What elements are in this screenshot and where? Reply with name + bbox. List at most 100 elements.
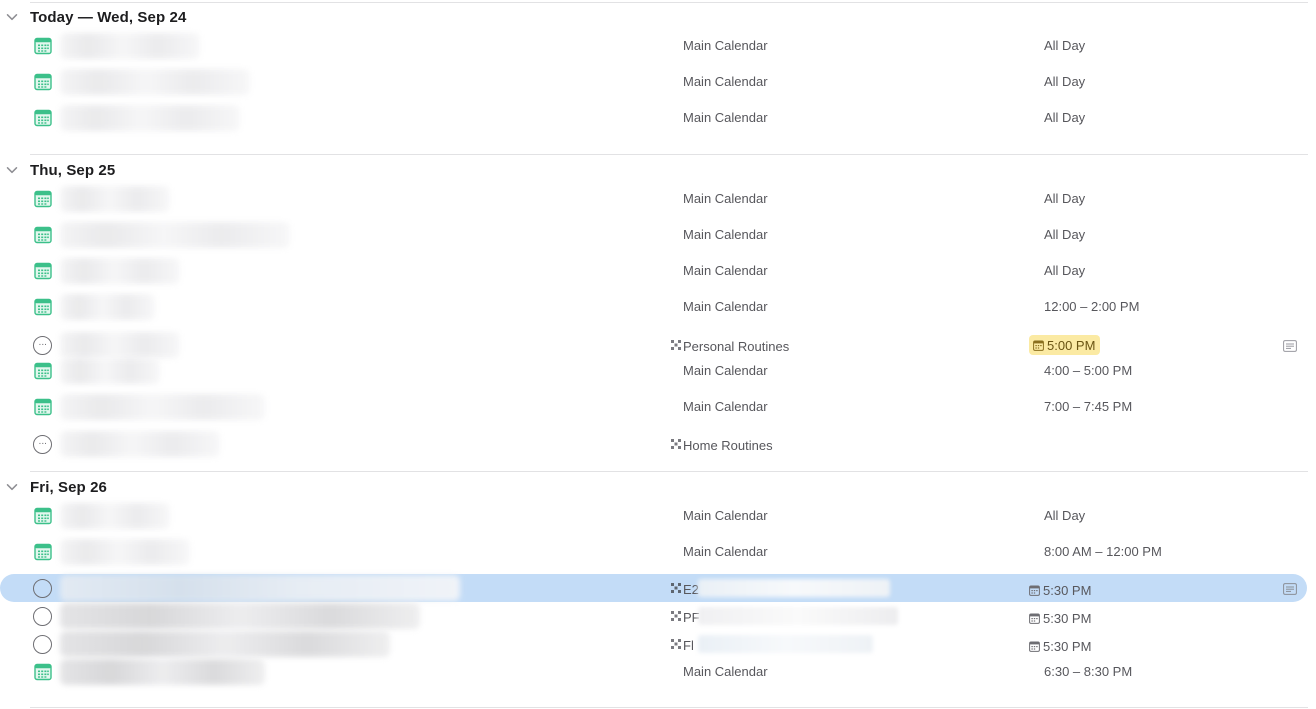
note-icon[interactable]	[1283, 340, 1297, 352]
event-title-redacted	[60, 258, 180, 284]
event-time: All Day	[1044, 38, 1086, 53]
divider	[30, 2, 1308, 3]
event-title-redacted	[60, 186, 170, 212]
task-checkbox-icon[interactable]	[33, 635, 52, 654]
task-checkbox-icon[interactable]	[33, 435, 52, 454]
calendar-name: Main Calendar	[683, 299, 768, 314]
routine-icon	[671, 340, 681, 350]
list-name-redacted	[698, 635, 873, 653]
list-item[interactable]: Main Calendar All Day	[0, 257, 1316, 285]
due-time-badge[interactable]: 5:30 PM	[1029, 636, 1091, 656]
list-item[interactable]: Home Routines	[0, 430, 1316, 458]
calendar-icon	[34, 73, 52, 91]
list-item[interactable]: Main Calendar 7:00 – 7:45 PM	[0, 393, 1316, 421]
event-time: 12:00 – 2:00 PM	[1044, 299, 1140, 314]
task-title-redacted	[60, 575, 460, 601]
event-time: 6:30 – 8:30 PM	[1044, 664, 1133, 679]
task-checkbox-icon[interactable]	[33, 336, 52, 355]
list-item[interactable]: Main Calendar All Day	[0, 104, 1316, 132]
event-time: All Day	[1044, 74, 1086, 89]
event-title-redacted	[60, 539, 190, 565]
section-header-today[interactable]: Today — Wed, Sep 24	[0, 5, 186, 29]
list-name: Fl	[683, 638, 694, 653]
event-title-redacted	[60, 358, 160, 384]
event-title-redacted	[60, 222, 290, 248]
list-name: E2	[683, 582, 699, 597]
event-title-redacted	[60, 294, 155, 320]
calendar-icon	[34, 507, 52, 525]
due-time: 5:30 PM	[1043, 582, 1092, 598]
divider	[30, 707, 1308, 708]
list-name-redacted	[698, 607, 898, 625]
list-item[interactable]: Fl 5:30 PM	[0, 630, 1316, 658]
task-title-redacted	[60, 332, 180, 358]
due-time-badge[interactable]: 5:30 PM	[1029, 580, 1091, 600]
divider	[30, 154, 1308, 155]
task-checkbox-icon[interactable]	[33, 579, 52, 598]
list-item[interactable]: Main Calendar All Day	[0, 502, 1316, 530]
list-item[interactable]: Main Calendar All Day	[0, 32, 1316, 60]
list-item[interactable]: Main Calendar 8:00 AM – 12:00 PM	[0, 538, 1316, 566]
calendar-icon	[34, 37, 52, 55]
event-title-redacted	[60, 33, 200, 59]
section-title: Thu, Sep 25	[30, 161, 116, 179]
event-time: 4:00 – 5:00 PM	[1044, 363, 1133, 378]
list-item[interactable]: Main Calendar 12:00 – 2:00 PM	[0, 293, 1316, 321]
list-item[interactable]: Main Calendar 4:00 – 5:00 PM	[0, 357, 1316, 385]
routine-icon	[671, 639, 681, 649]
list-item-selected[interactable]: E2 5:30 PM	[0, 574, 1316, 602]
section-title: Today — Wed, Sep 24	[30, 8, 187, 26]
routine-icon	[671, 439, 681, 449]
list-item[interactable]: PF 5:30 PM	[0, 602, 1316, 630]
task-title-redacted	[60, 431, 220, 457]
event-title-redacted	[60, 69, 250, 95]
list-item[interactable]: Main Calendar 6:30 – 8:30 PM	[0, 658, 1316, 686]
calendar-name: Main Calendar	[683, 191, 768, 206]
due-time-badge[interactable]: 5:30 PM	[1029, 608, 1091, 628]
calendar-icon	[34, 190, 52, 208]
event-time: All Day	[1044, 508, 1086, 523]
list-item[interactable]: Main Calendar All Day	[0, 221, 1316, 249]
chevron-down-icon[interactable]	[5, 10, 19, 24]
chevron-down-icon[interactable]	[5, 480, 19, 494]
due-calendar-icon	[1029, 585, 1040, 596]
routine-icon	[671, 611, 681, 621]
note-icon[interactable]	[1283, 583, 1297, 595]
due-calendar-icon	[1033, 340, 1044, 351]
due-calendar-icon	[1029, 641, 1040, 652]
routine-icon	[671, 583, 681, 593]
calendar-icon	[34, 226, 52, 244]
calendar-name: Main Calendar	[683, 74, 768, 89]
event-time: All Day	[1044, 227, 1086, 242]
list-item[interactable]: Main Calendar All Day	[0, 68, 1316, 96]
list-item[interactable]: Main Calendar All Day	[0, 185, 1316, 213]
section-header-thu[interactable]: Thu, Sep 25	[0, 158, 115, 182]
event-time: All Day	[1044, 263, 1086, 278]
calendar-icon	[34, 398, 52, 416]
event-time: 7:00 – 7:45 PM	[1044, 399, 1133, 414]
list-item[interactable]: Personal Routines 5:00 PM	[0, 331, 1316, 359]
calendar-name: Main Calendar	[683, 110, 768, 125]
calendar-icon	[34, 298, 52, 316]
event-time: All Day	[1044, 191, 1086, 206]
calendar-name: Main Calendar	[683, 227, 768, 242]
event-title-redacted	[60, 659, 265, 685]
due-time-badge[interactable]: 5:00 PM	[1029, 335, 1101, 355]
chevron-down-icon[interactable]	[5, 163, 19, 177]
due-time: 5:30 PM	[1043, 610, 1092, 626]
section-header-fri[interactable]: Fri, Sep 26	[0, 475, 107, 499]
event-time: 8:00 AM – 12:00 PM	[1044, 544, 1162, 559]
calendar-icon	[34, 663, 52, 681]
event-title-redacted	[60, 503, 170, 529]
event-title-redacted	[60, 394, 265, 420]
task-checkbox-icon[interactable]	[33, 607, 52, 626]
divider	[30, 471, 1308, 472]
list-name: Personal Routines	[683, 339, 790, 354]
list-name-redacted	[698, 579, 890, 597]
event-time: All Day	[1044, 110, 1086, 125]
calendar-name: Main Calendar	[683, 38, 768, 53]
due-calendar-icon	[1029, 613, 1040, 624]
event-title-redacted	[60, 105, 240, 131]
calendar-icon	[34, 109, 52, 127]
calendar-icon	[34, 543, 52, 561]
